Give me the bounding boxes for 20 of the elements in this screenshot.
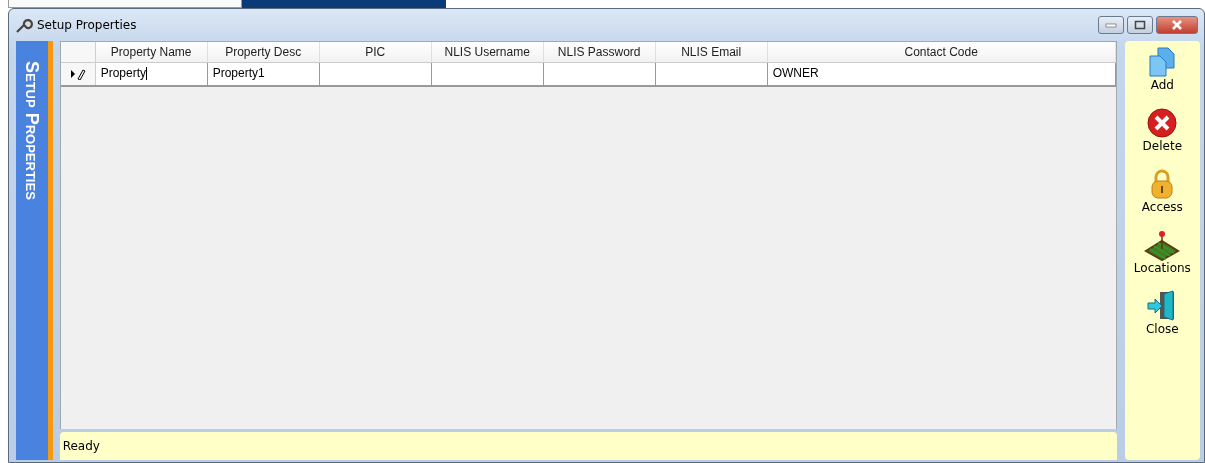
row-header[interactable] [60,63,96,85]
side-title: Setup Properties [21,61,43,200]
access-button[interactable]: Access [1141,167,1183,226]
minimize-icon [1105,22,1117,28]
delete-button[interactable]: Delete [1142,106,1183,165]
delete-icon [1146,107,1179,139]
maximize-icon [1134,20,1146,30]
close-icon [1171,20,1183,30]
add-button[interactable]: Add [1146,45,1179,104]
table-cell[interactable]: Property1 [207,63,320,85]
locations-button[interactable]: Locations [1133,228,1191,287]
close-button[interactable] [1156,16,1198,34]
table-cell[interactable]: OWNER [767,63,1116,85]
window-title: Setup Properties [37,18,137,32]
status-text: Ready [62,439,100,453]
maximize-button[interactable] [1127,16,1153,34]
field-plot-icon [1144,229,1181,261]
close-button[interactable]: Close [1146,289,1179,348]
minimize-button[interactable] [1098,16,1124,34]
table-cell[interactable]: Property [95,63,208,85]
